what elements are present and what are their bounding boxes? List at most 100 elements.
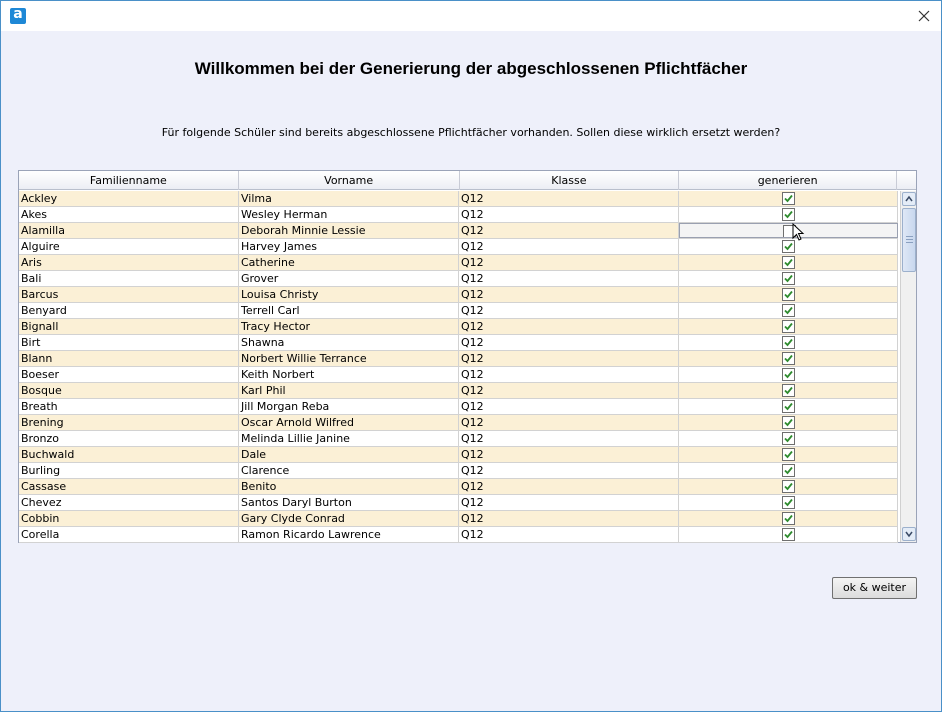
cell-familienname[interactable]: Akes [19,207,239,222]
cell-generieren[interactable] [679,495,898,510]
cell-vorname[interactable]: Deborah Minnie Lessie [239,223,459,238]
cell-vorname[interactable]: Ramon Ricardo Lawrence [239,527,459,542]
cell-generieren[interactable] [679,447,898,462]
table-row[interactable]: Brening Oscar Arnold Wilfred Q12 [19,415,898,431]
cell-generieren[interactable] [679,191,898,206]
generieren-checkbox[interactable] [782,480,795,493]
cell-generieren[interactable] [679,207,898,222]
cell-familienname[interactable]: Birt [19,335,239,350]
cell-klasse[interactable]: Q12 [459,511,679,526]
cell-vorname[interactable]: Melinda Lillie Janine [239,431,459,446]
cell-vorname[interactable]: Dale [239,447,459,462]
generieren-checkbox[interactable] [782,528,795,541]
cell-familienname[interactable]: Breath [19,399,239,414]
cell-familienname[interactable]: Alguire [19,239,239,254]
table-row[interactable]: Barcus Louisa Christy Q12 [19,287,898,303]
generieren-checkbox[interactable] [782,288,795,301]
cell-vorname[interactable]: Wesley Herman [239,207,459,222]
generieren-checkbox[interactable] [782,432,795,445]
generieren-checkbox[interactable] [782,272,795,285]
cell-familienname[interactable]: Chevez [19,495,239,510]
cell-klasse[interactable]: Q12 [459,367,679,382]
cell-klasse[interactable]: Q12 [459,351,679,366]
table-row[interactable]: Boeser Keith Norbert Q12 [19,367,898,383]
cell-familienname[interactable]: Buchwald [19,447,239,462]
table-row[interactable]: Buchwald Dale Q12 [19,447,898,463]
table-row[interactable]: Breath Jill Morgan Reba Q12 [19,399,898,415]
cell-generieren[interactable] [679,479,898,494]
generieren-checkbox[interactable] [782,400,795,413]
generieren-checkbox[interactable] [782,208,795,221]
generieren-checkbox[interactable] [782,384,795,397]
cell-klasse[interactable]: Q12 [459,383,679,398]
cell-generieren[interactable] [679,255,898,270]
cell-vorname[interactable]: Harvey James [239,239,459,254]
cell-familienname[interactable]: Brening [19,415,239,430]
cell-familienname[interactable]: Boeser [19,367,239,382]
table-row[interactable]: Bignall Tracy Hector Q12 [19,319,898,335]
cell-klasse[interactable]: Q12 [459,287,679,302]
column-header-generieren[interactable]: generieren [679,171,897,190]
cell-klasse[interactable]: Q12 [459,463,679,478]
cell-generieren[interactable] [679,223,898,238]
cell-vorname[interactable]: Terrell Carl [239,303,459,318]
cell-vorname[interactable]: Catherine [239,255,459,270]
cell-klasse[interactable]: Q12 [459,207,679,222]
cell-familienname[interactable]: Blann [19,351,239,366]
cell-generieren[interactable] [679,335,898,350]
cell-generieren[interactable] [679,431,898,446]
cell-familienname[interactable]: Aris [19,255,239,270]
cell-familienname[interactable]: Corella [19,527,239,542]
generieren-checkbox[interactable] [782,256,795,269]
cell-vorname[interactable]: Benito [239,479,459,494]
table-row[interactable]: Benyard Terrell Carl Q12 [19,303,898,319]
cell-vorname[interactable]: Louisa Christy [239,287,459,302]
cell-klasse[interactable]: Q12 [459,399,679,414]
cell-generieren[interactable] [679,399,898,414]
table-row[interactable]: Chevez Santos Daryl Burton Q12 [19,495,898,511]
column-header-klasse[interactable]: Klasse [460,171,680,190]
cell-familienname[interactable]: Alamilla [19,223,239,238]
cell-generieren[interactable] [679,383,898,398]
cell-klasse[interactable]: Q12 [459,431,679,446]
generieren-checkbox[interactable] [782,464,795,477]
table-row[interactable]: Alguire Harvey James Q12 [19,239,898,255]
close-button[interactable] [913,5,935,27]
generieren-checkbox[interactable] [782,352,795,365]
table-row[interactable]: Alamilla Deborah Minnie Lessie Q12 [19,223,898,239]
cell-klasse[interactable]: Q12 [459,447,679,462]
generieren-checkbox[interactable] [782,512,795,525]
cell-generieren[interactable] [679,511,898,526]
cell-familienname[interactable]: Burling [19,463,239,478]
cell-vorname[interactable]: Grover [239,271,459,286]
cell-vorname[interactable]: Oscar Arnold Wilfred [239,415,459,430]
cell-familienname[interactable]: Bosque [19,383,239,398]
table-row[interactable]: Akes Wesley Herman Q12 [19,207,898,223]
cell-generieren[interactable] [679,271,898,286]
cell-generieren[interactable] [679,367,898,382]
cell-vorname[interactable]: Clarence [239,463,459,478]
generieren-checkbox[interactable] [782,496,795,509]
generieren-checkbox[interactable] [782,368,795,381]
generieren-checkbox[interactable] [782,336,795,349]
cell-familienname[interactable]: Bali [19,271,239,286]
cell-familienname[interactable]: Cassase [19,479,239,494]
table-row[interactable]: Bali Grover Q12 [19,271,898,287]
table-row[interactable]: Ackley Vilma Q12 [19,191,898,207]
table-row[interactable]: Bosque Karl Phil Q12 [19,383,898,399]
cell-familienname[interactable]: Bronzo [19,431,239,446]
cell-vorname[interactable]: Norbert Willie Terrance [239,351,459,366]
cell-generieren[interactable] [679,287,898,302]
generieren-checkbox[interactable] [782,320,795,333]
table-row[interactable]: Cassase Benito Q12 [19,479,898,495]
cell-generieren[interactable] [679,527,898,542]
cell-vorname[interactable]: Santos Daryl Burton [239,495,459,510]
generieren-checkbox[interactable] [782,192,795,205]
cell-klasse[interactable]: Q12 [459,415,679,430]
cell-generieren[interactable] [679,463,898,478]
generieren-checkbox[interactable] [782,448,795,461]
cell-klasse[interactable]: Q12 [459,527,679,542]
cell-generieren[interactable] [679,303,898,318]
generieren-checkbox[interactable] [782,416,795,429]
table-row[interactable]: Corella Ramon Ricardo Lawrence Q12 [19,527,898,543]
